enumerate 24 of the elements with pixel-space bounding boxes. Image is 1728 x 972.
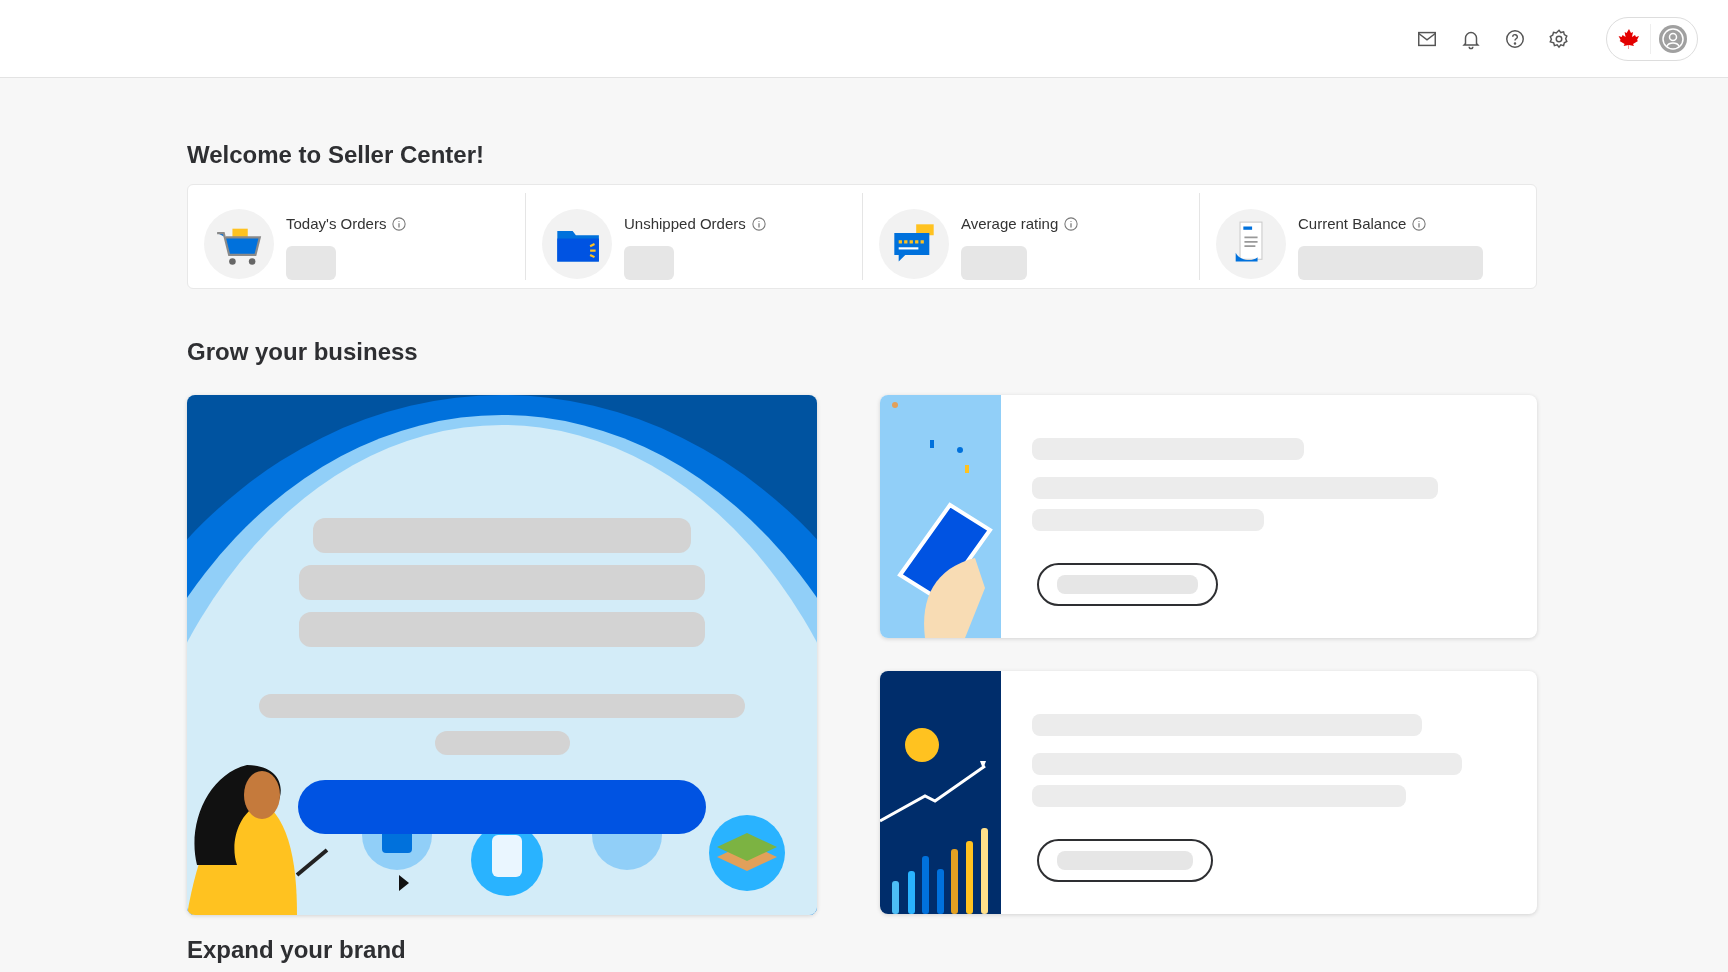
stat-illustration-icon (879, 209, 949, 279)
stat-illustration-icon (542, 209, 612, 279)
section-heading: Expand your brand (187, 935, 407, 965)
info-icon[interactable] (392, 217, 407, 232)
stat-label: Average rating (961, 214, 1059, 234)
settings-icon[interactable] (1548, 27, 1570, 50)
section-heading: Grow your business (187, 337, 419, 367)
account-switcher[interactable] (1606, 16, 1698, 61)
info-icon[interactable] (1064, 217, 1079, 232)
loading-placeholder (961, 245, 1027, 280)
stat-illustration-icon (1216, 209, 1286, 279)
stat-label: Unshipped Orders (624, 214, 746, 234)
stat-illustration-icon (204, 209, 274, 279)
page-title: Welcome to Seller Center! (187, 140, 485, 170)
info-icon[interactable] (751, 217, 766, 232)
help-icon[interactable] (1504, 27, 1526, 50)
stat-label: Current Balance (1298, 214, 1407, 234)
loading-placeholder (624, 245, 674, 280)
loading-button[interactable] (1037, 563, 1218, 606)
loading-button[interactable] (1037, 839, 1213, 882)
stat-label: Today's Orders (286, 214, 387, 234)
loading-placeholder (286, 245, 336, 280)
info-icon[interactable] (1412, 217, 1427, 232)
avatar-icon (1659, 24, 1687, 53)
